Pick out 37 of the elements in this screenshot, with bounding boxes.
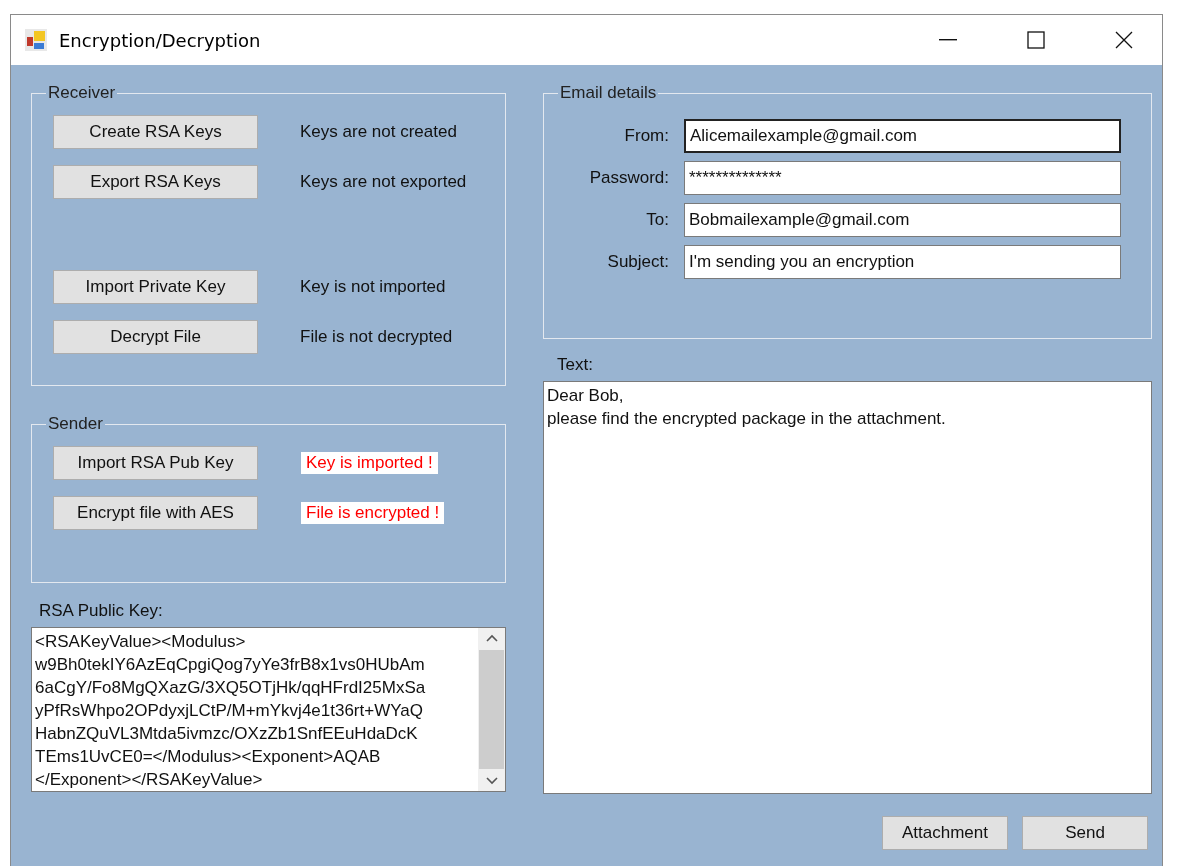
scroll-down-icon[interactable] (485, 777, 498, 785)
scroll-up-icon[interactable] (485, 634, 498, 642)
action-button[interactable]: Encrypt file with AES (53, 496, 258, 530)
attachment-button[interactable]: Attachment (882, 816, 1008, 850)
group-title: Email details (559, 83, 658, 103)
minimize-icon (939, 39, 957, 41)
app-icon (25, 29, 47, 51)
action-button[interactable]: Import RSA Pub Key (53, 446, 258, 480)
status-label: File is not decrypted (299, 326, 454, 348)
field-label: Password: (588, 168, 670, 188)
send-button[interactable]: Send (1022, 816, 1148, 850)
maximize-icon (1027, 31, 1045, 49)
status-label: File is encrypted ! (301, 502, 445, 524)
window-title: Encryption/Decryption (59, 29, 262, 51)
close-icon (1115, 31, 1133, 49)
group-title: Receiver (47, 83, 117, 103)
text-field[interactable]: Bobmailexample@gmail.com (684, 203, 1121, 237)
field-label: To: (645, 210, 670, 230)
status-label: Key is imported ! (301, 452, 438, 474)
field-label: Text: (557, 355, 594, 375)
field-label: From: (623, 126, 670, 146)
field-label: RSA Public Key: (39, 601, 164, 621)
text-field[interactable]: Alicemailexample@gmail.com (684, 119, 1121, 153)
scrollbar[interactable] (478, 628, 505, 791)
action-button[interactable]: Export RSA Keys (53, 165, 258, 199)
action-button[interactable]: Import Private Key (53, 270, 258, 304)
action-button[interactable]: Create RSA Keys (53, 115, 258, 149)
public-key-textarea[interactable]: <RSAKeyValue><Modulus> w9Bh0tekIY6AzEqCpgiQog7yYe3frB8x1vs0HUbAm 6aCgY/Fo8MgQXazG/3XQ5OTjHk/qqHFrdI25MxSa yPfRsWhpo2OPdyxjLCtP/M+mYkvj4e1t36rt+WYaQ HabnZQuVL3Mtda5ivmzc/OXzZb1SnfEEuHdaDcK TEms1UvCE0=</Modulus><Exponent>AQAB </Exponent></RSAKeyValue> (31, 627, 506, 792)
text-field[interactable]: I'm sending you an encryption (684, 245, 1121, 279)
message-textarea[interactable]: Dear Bob, please find the encrypted package in the attachment. (543, 381, 1152, 794)
group-title: Sender (47, 414, 104, 434)
status-label: Key is not imported (299, 276, 447, 298)
status-label: Keys are not exported (299, 171, 468, 193)
text-field[interactable]: ************** (684, 161, 1121, 195)
status-label: Keys are not created (299, 121, 458, 143)
field-label: Subject: (606, 252, 670, 272)
action-button[interactable]: Decrypt File (53, 320, 258, 354)
